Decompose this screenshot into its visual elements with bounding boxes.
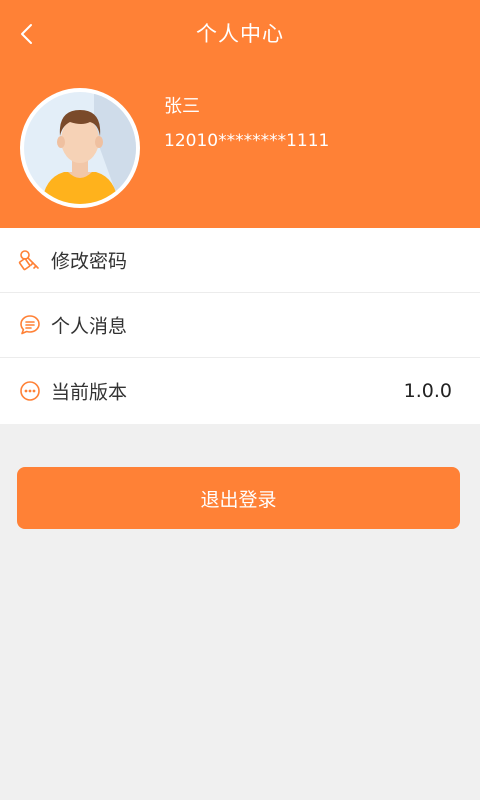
menu-list: 修改密码 个人消息 当前版本 1.0.0 <box>0 228 480 424</box>
menu-item-change-password[interactable]: 修改密码 <box>0 228 480 293</box>
user-name: 张三 <box>164 96 200 117</box>
user-avatar-icon <box>24 92 136 204</box>
user-id-number: 12010********1111 <box>164 131 330 151</box>
key-icon <box>18 250 39 271</box>
version-value: 1.0.0 <box>403 380 452 402</box>
message-icon <box>20 315 40 335</box>
more-dots-icon <box>20 381 40 401</box>
menu-item-label: 当前版本 <box>51 381 128 404</box>
menu-item-label: 修改密码 <box>51 250 128 273</box>
page-title: 个人中心 <box>196 22 284 46</box>
logout-button[interactable]: 退出登录 <box>17 467 460 529</box>
avatar <box>20 88 140 208</box>
menu-item-personal-messages[interactable]: 个人消息 <box>0 293 480 358</box>
header-bar: 个人中心 张三 12010********1111 <box>0 0 480 228</box>
menu-item-label: 个人消息 <box>51 315 128 338</box>
menu-item-current-version[interactable]: 当前版本 1.0.0 <box>0 358 480 424</box>
